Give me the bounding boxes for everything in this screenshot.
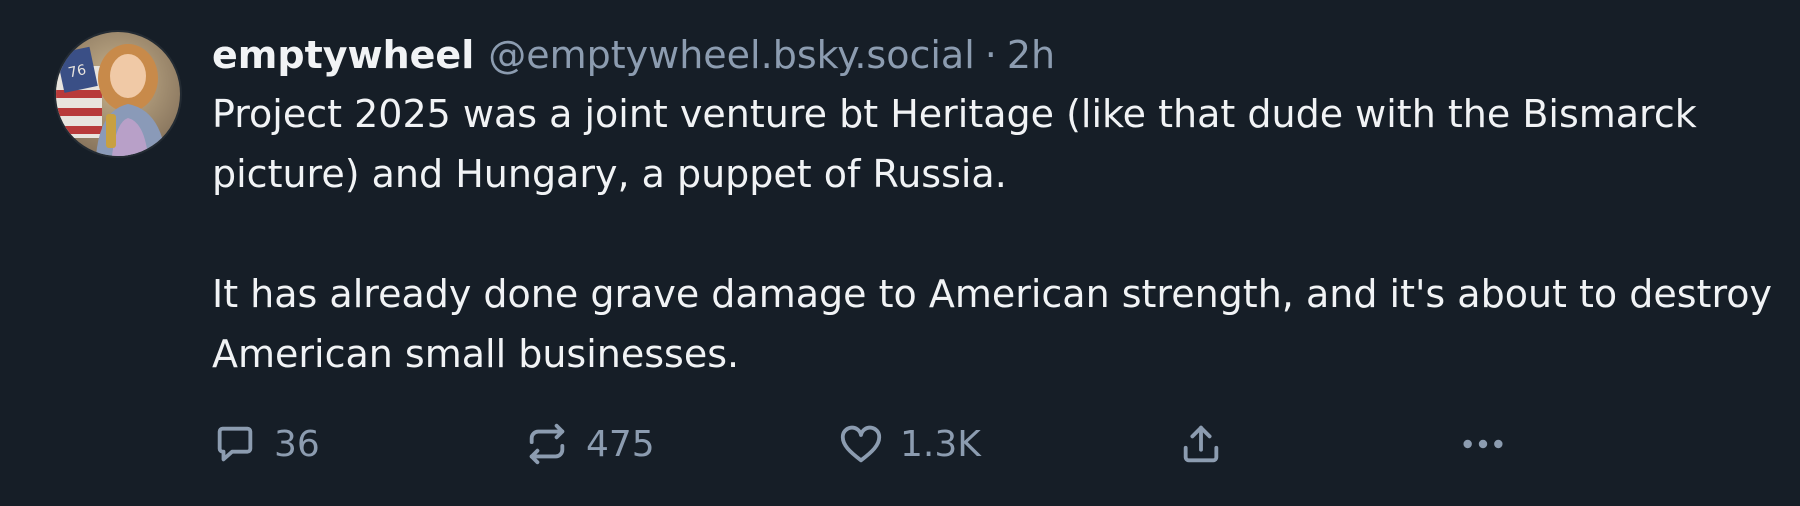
comment-bubble-icon: [217, 426, 253, 462]
like-button[interactable]: 1.3K: [838, 414, 981, 474]
repost-count: 475: [586, 423, 655, 465]
author-handle[interactable]: @emptywheel.bsky.social: [488, 26, 975, 84]
post-actions: 36 475 1.3K: [212, 414, 1552, 474]
ellipsis-icon: [1463, 439, 1503, 449]
post-timestamp[interactable]: 2h: [1007, 26, 1055, 84]
avatar[interactable]: 76: [56, 32, 180, 156]
post-card[interactable]: 76 emptywheel @emptywheel.bsky.social · …: [0, 0, 1800, 506]
avatar-image: 76: [56, 32, 180, 156]
post-content: emptywheel @emptywheel.bsky.social · 2h …: [212, 26, 1772, 384]
post-text: Project 2025 was a joint venture bt Heri…: [212, 84, 1772, 384]
reply-button[interactable]: 36: [212, 414, 320, 474]
repost-button[interactable]: 475: [524, 414, 655, 474]
repost-arrows-icon: [529, 423, 565, 465]
share-button[interactable]: [1178, 414, 1224, 474]
post-header: emptywheel @emptywheel.bsky.social · 2h: [212, 26, 1772, 84]
post-paragraph: It has already done grave damage to Amer…: [212, 272, 1772, 376]
reply-count: 36: [274, 423, 320, 465]
post-paragraph: Project 2025 was a joint venture bt Heri…: [212, 92, 1697, 196]
share-upload-icon: [1183, 425, 1219, 463]
header-separator: ·: [984, 33, 997, 77]
like-count: 1.3K: [900, 423, 981, 465]
more-options-button[interactable]: [1458, 414, 1508, 474]
author-display-name[interactable]: emptywheel: [212, 26, 474, 84]
heart-icon: [840, 425, 882, 463]
